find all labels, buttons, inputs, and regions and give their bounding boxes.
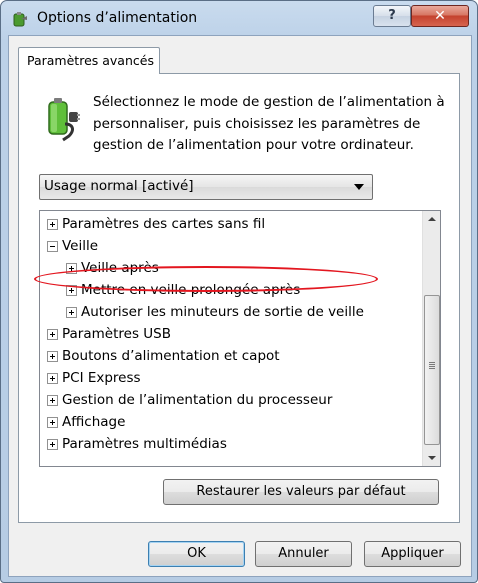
panel-description: Sélectionnez le mode de gestion de l’ali… xyxy=(93,94,445,153)
advanced-settings-panel: Sélectionnez le mode de gestion de l’ali… xyxy=(18,73,460,523)
tree-item-label: Paramètres des cartes sans fil xyxy=(62,216,266,232)
help-button[interactable]: ? xyxy=(373,5,411,27)
tab-advanced-settings[interactable]: Paramètres avancés xyxy=(18,47,160,74)
dropdown-arrow-icon[interactable] xyxy=(354,184,364,190)
expand-icon[interactable] xyxy=(47,219,58,230)
tree-item-label: PCI Express xyxy=(62,370,141,386)
power-plan-value: Usage normal [activé] xyxy=(44,178,194,194)
tree-item-label: Affichage xyxy=(62,414,126,430)
title-bar[interactable]: Options d’alimentation ? ✕ xyxy=(1,1,477,37)
expand-icon[interactable] xyxy=(47,351,58,362)
settings-tree[interactable]: Paramètres des cartes sans fil Veille Veil… xyxy=(39,210,441,467)
power-plan-select[interactable]: Usage normal [activé] xyxy=(39,174,373,200)
scroll-up-button[interactable] xyxy=(423,211,440,228)
close-button[interactable]: ✕ xyxy=(411,5,469,27)
apply-button[interactable]: Appliquer xyxy=(364,541,461,567)
tree-item-label: Paramètres multimédias xyxy=(62,436,227,452)
battery-plug-icon xyxy=(48,98,80,142)
expand-icon[interactable] xyxy=(47,329,58,340)
cancel-button[interactable]: Annuler xyxy=(255,541,352,567)
window-title: Options d’alimentation xyxy=(37,10,198,26)
collapse-icon[interactable] xyxy=(47,241,58,252)
tree-item-label: Gestion de l’alimentation du processeur xyxy=(62,392,333,408)
scroll-thumb[interactable] xyxy=(424,295,440,445)
expand-icon[interactable] xyxy=(47,395,58,406)
dialog-client-area: Paramètres avancés Sélectionnez le mode … xyxy=(8,35,472,577)
tree-item-label: Veille xyxy=(62,238,99,254)
scroll-down-button[interactable] xyxy=(423,449,440,466)
tab-label: Paramètres avancés xyxy=(27,53,154,68)
expand-icon[interactable] xyxy=(47,373,58,384)
power-options-icon xyxy=(13,12,27,27)
tree-item-label: Paramètres USB xyxy=(62,326,171,342)
restore-defaults-button[interactable]: Restaurer les valeurs par défaut xyxy=(163,479,439,505)
tree-item-label: Mettre en veille prolongée après xyxy=(81,282,301,298)
expand-icon[interactable] xyxy=(47,417,58,428)
ok-button[interactable]: OK xyxy=(148,541,245,567)
expand-icon[interactable] xyxy=(66,263,77,274)
tree-scrollbar[interactable] xyxy=(422,211,440,466)
expand-icon[interactable] xyxy=(66,285,77,296)
tree-item-label: Veille après xyxy=(81,260,159,276)
tree-item-label: Autoriser les minuteurs de sortie de vei… xyxy=(81,304,364,320)
expand-icon[interactable] xyxy=(66,307,77,318)
tree-item-label: Boutons d’alimentation et capot xyxy=(62,348,280,364)
expand-icon[interactable] xyxy=(47,439,58,450)
options-dialog: Options d’alimentation ? ✕ Paramètres av… xyxy=(0,0,478,583)
